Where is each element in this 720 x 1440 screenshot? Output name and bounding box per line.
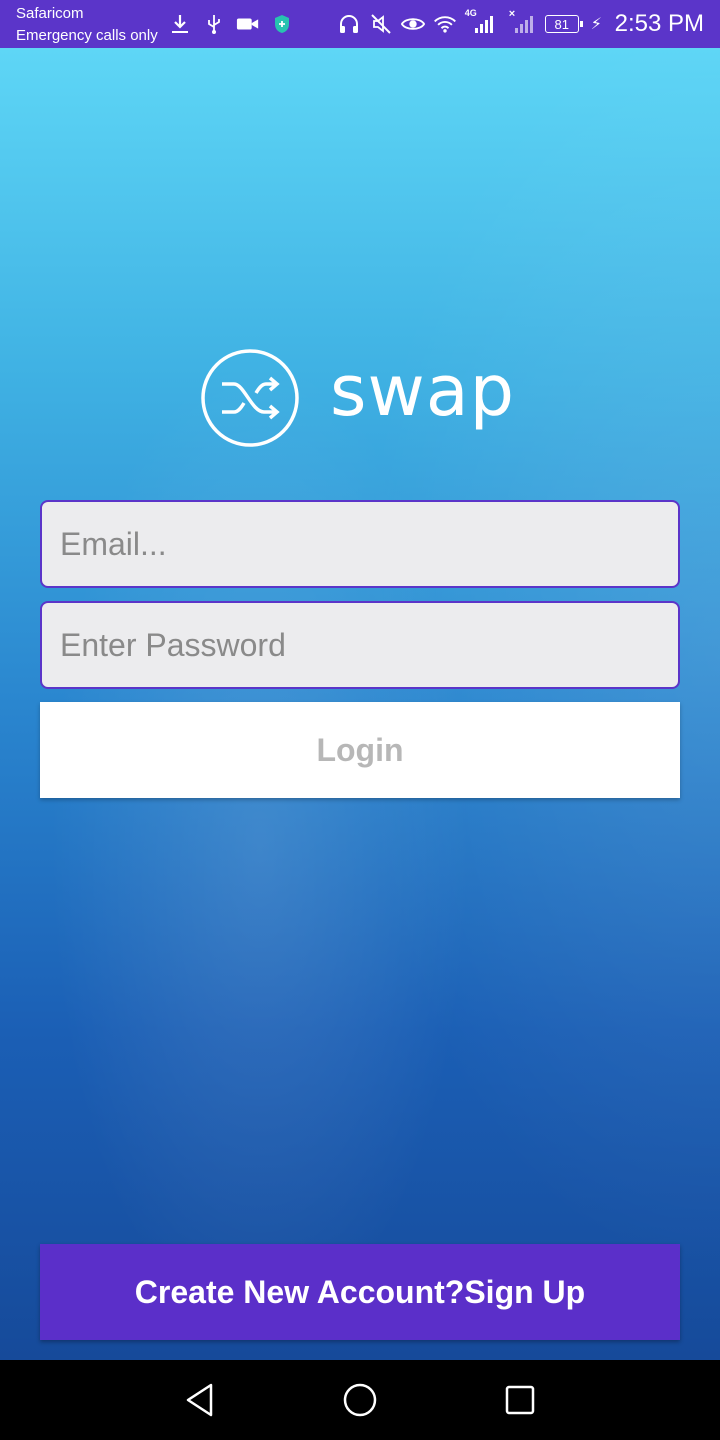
network-label: 4G — [464, 8, 477, 18]
status-bar: Safaricom Emergency calls only 4G × 81 ⚡… — [0, 0, 720, 48]
usb-icon — [202, 12, 226, 36]
signup-button[interactable]: Create New Account?Sign Up — [40, 1244, 680, 1340]
back-icon[interactable] — [180, 1380, 220, 1420]
notification-icons — [168, 12, 294, 36]
recent-apps-icon[interactable] — [500, 1380, 540, 1420]
email-input[interactable] — [40, 500, 680, 588]
app-name: swap — [330, 350, 516, 432]
carrier-status: Emergency calls only — [16, 27, 158, 44]
charging-icon: ⚡ — [590, 16, 602, 33]
login-screen: swap Login Create New Account?Sign Up — [0, 48, 720, 1360]
battery-level: 81 — [554, 16, 569, 32]
wifi-icon — [433, 12, 457, 36]
clock: 2:53 PM — [614, 10, 704, 37]
download-icon — [168, 12, 192, 36]
home-icon[interactable] — [340, 1380, 380, 1420]
shuffle-icon — [201, 349, 299, 447]
signal-4g-icon: 4G — [465, 8, 499, 36]
password-input[interactable] — [40, 601, 680, 689]
shield-icon — [270, 12, 294, 36]
mute-icon — [369, 12, 393, 36]
navigation-bar — [0, 1360, 720, 1440]
app-logo: swap — [200, 348, 530, 448]
no-sim-x-icon: × — [508, 8, 516, 20]
eye-icon — [400, 12, 425, 36]
video-camera-icon — [236, 12, 260, 36]
system-icons: 4G × 81 ⚡ — [337, 8, 602, 36]
carrier-info: Safaricom Emergency calls only — [16, 4, 158, 45]
login-button[interactable]: Login — [40, 702, 680, 798]
battery-icon: 81 — [544, 15, 583, 33]
carrier-name: Safaricom — [16, 5, 84, 22]
headphones-icon — [337, 12, 361, 36]
signal-no-sim-icon: × — [507, 8, 537, 36]
